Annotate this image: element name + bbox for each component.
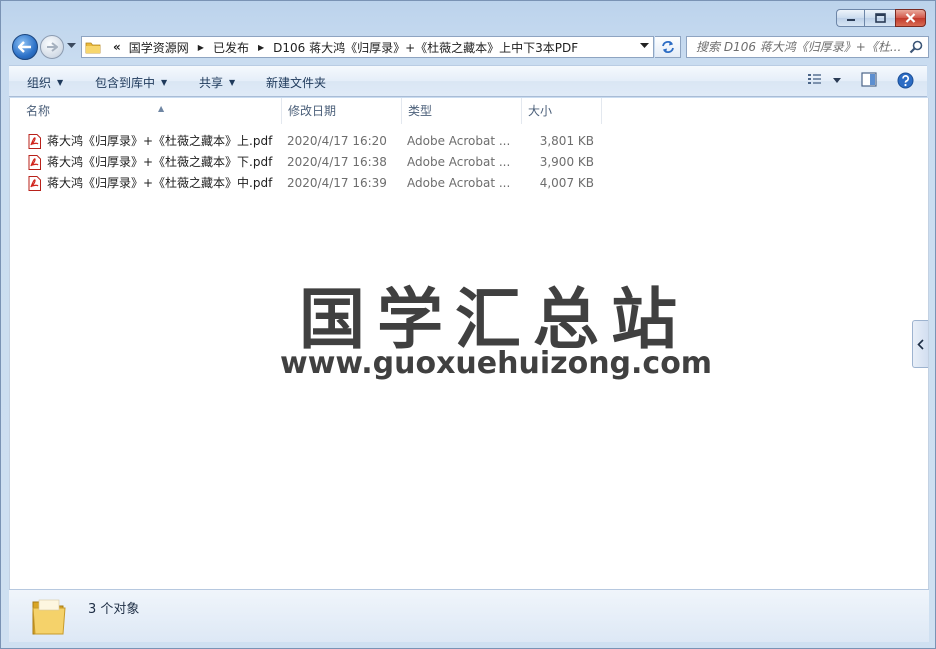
include-in-library-button[interactable]: 包含到库中 ▼ xyxy=(95,74,167,91)
forward-button[interactable] xyxy=(40,35,64,59)
chevron-down-icon: ▼ xyxy=(161,78,168,87)
help-icon xyxy=(897,72,914,89)
item-count-text: 3 个对象 xyxy=(88,602,140,617)
organize-label: 组织 xyxy=(27,76,52,90)
folder-icon xyxy=(32,599,66,635)
chevron-down-icon xyxy=(833,78,841,83)
column-header-size[interactable]: 大小 xyxy=(522,98,602,124)
search-box[interactable] xyxy=(686,36,929,58)
column-date-label: 修改日期 xyxy=(288,104,337,118)
column-type-label: 类型 xyxy=(408,104,433,118)
file-name: 蒋大鸿《归厚录》+《杜薇之藏本》中.pdf xyxy=(47,176,273,190)
minimize-button[interactable] xyxy=(836,9,864,27)
search-input[interactable] xyxy=(687,40,909,54)
caption-buttons xyxy=(836,9,926,27)
refresh-icon xyxy=(661,41,674,53)
file-row[interactable]: 蒋大鸿《归厚录》+《杜薇之藏本》下.pdf 2020/4/17 16:38 Ad… xyxy=(10,152,928,173)
arrow-left-icon xyxy=(18,41,31,53)
pdf-file-icon xyxy=(28,176,41,191)
arrow-right-icon xyxy=(47,42,58,52)
file-size: 4,007 KB xyxy=(539,176,594,190)
breadcrumb-arrow-icon[interactable]: ▶ xyxy=(253,43,269,52)
file-row[interactable]: 蒋大鸿《归厚录》+《杜薇之藏本》上.pdf 2020/4/17 16:20 Ad… xyxy=(10,131,928,152)
breadcrumb-arrow-icon[interactable]: ▶ xyxy=(193,43,209,52)
breadcrumb-segment[interactable]: D106 蒋大鸿《归厚录》+《杜薇之藏本》上中下3本PDF xyxy=(269,39,582,56)
file-date: 2020/4/17 16:20 xyxy=(287,134,387,148)
file-name: 蒋大鸿《归厚录》+《杜薇之藏本》上.pdf xyxy=(47,134,273,148)
expand-pane-tab[interactable] xyxy=(912,320,928,368)
chevron-down-icon: ▼ xyxy=(229,78,236,87)
file-name-cell: 蒋大鸿《归厚录》+《杜薇之藏本》上.pdf xyxy=(28,131,272,152)
address-bar[interactable]: « 国学资源网 ▶ 已发布 ▶ D106 蒋大鸿《归厚录》+《杜薇之藏本》上中下… xyxy=(81,36,654,58)
folder-icon xyxy=(85,42,101,54)
file-size: 3,801 KB xyxy=(539,134,594,148)
maximize-button[interactable] xyxy=(864,9,895,27)
breadcrumb-segment[interactable]: 国学资源网 xyxy=(125,39,193,56)
command-bar: 组织 ▼ 包含到库中 ▼ 共享 ▼ 新建文件夹 xyxy=(9,65,927,97)
watermark-url: www.guoxuehuizong.com xyxy=(280,346,713,381)
organize-menu-button[interactable]: 组织 ▼ xyxy=(27,74,63,91)
view-options-dropdown[interactable] xyxy=(833,78,841,83)
address-history-dropdown-icon[interactable] xyxy=(640,43,649,49)
maximize-icon xyxy=(874,13,886,23)
file-name: 蒋大鸿《归厚录》+《杜薇之藏本》下.pdf xyxy=(47,155,273,169)
column-name-label: 名称 xyxy=(26,104,51,118)
file-size: 3,900 KB xyxy=(539,155,594,169)
file-name-cell: 蒋大鸿《归厚录》+《杜薇之藏本》下.pdf xyxy=(28,152,272,173)
share-button[interactable]: 共享 ▼ xyxy=(199,74,235,91)
preview-pane-icon xyxy=(861,72,877,87)
file-date: 2020/4/17 16:39 xyxy=(287,176,387,190)
pdf-file-icon xyxy=(28,155,41,170)
share-label: 共享 xyxy=(199,76,224,90)
refresh-button[interactable] xyxy=(655,36,681,58)
column-header-type[interactable]: 类型 xyxy=(402,98,522,124)
column-header-name[interactable]: 名称 ▲ xyxy=(20,98,282,124)
back-button[interactable] xyxy=(12,34,38,60)
preview-pane-button[interactable] xyxy=(861,72,877,88)
include-in-library-label: 包含到库中 xyxy=(95,76,156,90)
file-rows: 蒋大鸿《归厚录》+《杜薇之藏本》上.pdf 2020/4/17 16:20 Ad… xyxy=(10,131,928,194)
change-view-button[interactable] xyxy=(807,72,823,86)
file-type: Adobe Acrobat ... xyxy=(407,134,511,148)
chevron-down-icon: ▼ xyxy=(57,78,64,87)
file-type: Adobe Acrobat ... xyxy=(407,155,511,169)
details-pane: 3 个对象 xyxy=(9,589,929,642)
close-icon xyxy=(905,13,916,23)
file-name-cell: 蒋大鸿《归厚录》+《杜薇之藏本》中.pdf xyxy=(28,173,272,194)
chevron-left-icon xyxy=(917,338,924,350)
file-row[interactable]: 蒋大鸿《归厚录》+《杜薇之藏本》中.pdf 2020/4/17 16:39 Ad… xyxy=(10,173,928,194)
pdf-file-icon xyxy=(28,134,41,149)
view-list-icon xyxy=(808,74,821,84)
explorer-window: « 国学资源网 ▶ 已发布 ▶ D106 蒋大鸿《归厚录》+《杜薇之藏本》上中下… xyxy=(0,0,936,649)
column-header-row: 名称 ▲ 修改日期 类型 大小 xyxy=(10,98,928,124)
new-folder-button[interactable]: 新建文件夹 xyxy=(266,74,326,91)
help-button[interactable] xyxy=(897,72,914,89)
breadcrumb-segment[interactable]: 已发布 xyxy=(209,39,253,56)
file-list-pane[interactable]: 名称 ▲ 修改日期 类型 大小 蒋大鸿《归厚录》+《杜薇之藏本》上.pdf 20… xyxy=(9,98,929,589)
recent-pages-dropdown-icon[interactable] xyxy=(67,43,76,49)
new-folder-label: 新建文件夹 xyxy=(266,76,327,90)
sort-ascending-icon: ▲ xyxy=(158,104,165,113)
search-icon[interactable] xyxy=(909,40,923,54)
column-size-label: 大小 xyxy=(528,104,553,118)
close-button[interactable] xyxy=(895,9,926,27)
file-date: 2020/4/17 16:38 xyxy=(287,155,387,169)
navigation-bar: « 国学资源网 ▶ 已发布 ▶ D106 蒋大鸿《归厚录》+《杜薇之藏本》上中下… xyxy=(9,34,929,60)
column-header-date[interactable]: 修改日期 xyxy=(282,98,402,124)
minimize-icon xyxy=(846,19,855,21)
address-overflow-chevron[interactable]: « xyxy=(107,40,125,54)
file-type: Adobe Acrobat ... xyxy=(407,176,511,190)
